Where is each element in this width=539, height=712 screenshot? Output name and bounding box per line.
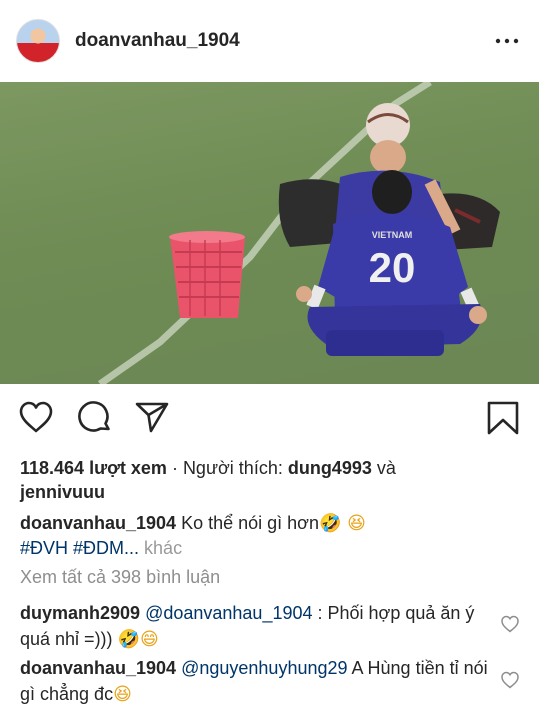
comment-mention[interactable]: @nguyenhuyhung29 — [181, 658, 347, 678]
post-stats: 118.464 lượt xem · Người thích: dung4993… — [20, 456, 530, 504]
comment-emoji: 🤣😄 — [117, 629, 159, 650]
and-label: và — [371, 458, 396, 478]
post-username[interactable]: doanvanhau_1904 — [75, 30, 240, 52]
comment-like-heart-icon[interactable] — [500, 614, 520, 634]
avatar[interactable] — [16, 19, 60, 63]
caption-hashtags[interactable]: #ĐVH #ĐDM... — [20, 538, 139, 558]
post-caption: doanvanhau_1904 Ko thể nói gì hơn🤣 😆 #ĐV… — [20, 511, 530, 560]
caption-emoji: 🤣 😆 — [319, 513, 366, 534]
view-all-comments-link[interactable]: Xem tất cả 398 bình luận — [20, 567, 220, 588]
share-icon[interactable] — [134, 400, 170, 436]
separator: · — [166, 458, 183, 478]
jersey-number: 20 — [369, 244, 416, 291]
view-count[interactable]: 118.464 lượt xem — [20, 458, 167, 478]
comment-username[interactable]: duymanh2909 — [20, 603, 140, 623]
comment-item: duymanh2909 @doanvanhau_1904 : Phối hợp … — [20, 600, 490, 653]
post-header: doanvanhau_1904 — [0, 0, 539, 82]
comment-username[interactable]: doanvanhau_1904 — [20, 658, 176, 678]
jersey-text: VIETNAM — [372, 230, 413, 240]
bookmark-icon[interactable] — [485, 400, 521, 436]
post-video[interactable]: 20 VIETNAM — [0, 82, 539, 384]
liked-by-user-2[interactable]: jennivuuu — [20, 482, 105, 502]
liked-by-label: Người thích: — [182, 458, 288, 478]
comment-icon[interactable] — [77, 400, 113, 436]
comment-like-heart-icon[interactable] — [500, 670, 520, 690]
comment-item: doanvanhau_1904 @nguyenhuyhung29 A Hùng … — [20, 655, 490, 708]
caption-username[interactable]: doanvanhau_1904 — [20, 513, 176, 533]
caption-text: Ko thể nói gì hơn — [181, 513, 319, 533]
comment-emoji: 😆 — [113, 684, 132, 705]
heart-icon[interactable] — [18, 400, 54, 436]
action-bar — [0, 390, 539, 446]
caption-more-link[interactable]: khác — [144, 538, 182, 558]
liked-by-user[interactable]: dung4993 — [288, 458, 372, 478]
comment-mention[interactable]: @doanvanhau_1904 — [145, 603, 312, 623]
more-options-icon[interactable] — [493, 27, 521, 55]
